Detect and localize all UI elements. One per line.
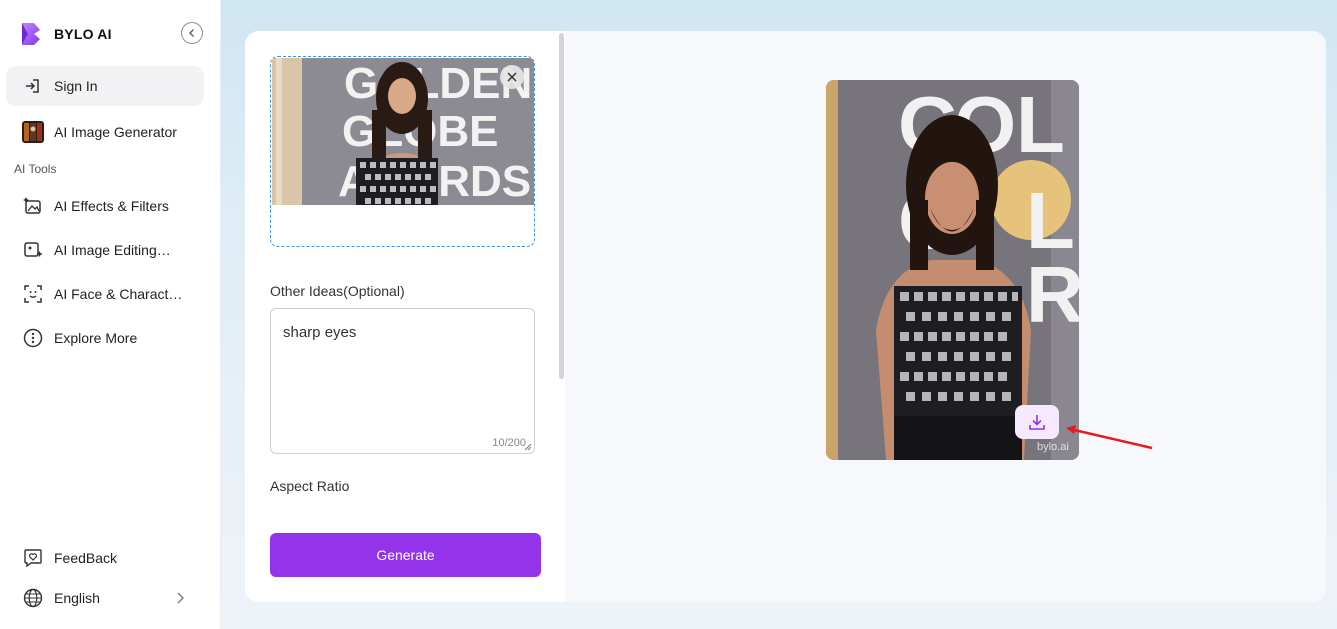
more-icon bbox=[22, 327, 44, 349]
remove-image-button[interactable] bbox=[500, 65, 524, 89]
sidebar: BYLO AI Sign In AI Image Generator AI To… bbox=[0, 0, 221, 629]
face-scan-icon bbox=[22, 283, 44, 305]
chevron-left-icon bbox=[188, 28, 195, 38]
sidebar-item-label: AI Image Generator bbox=[54, 124, 177, 140]
other-ideas-label: Other Ideas(Optional) bbox=[270, 283, 405, 299]
sign-in-icon bbox=[22, 75, 44, 97]
download-button[interactable] bbox=[1015, 405, 1059, 439]
sidebar-item-label: Explore More bbox=[54, 330, 138, 346]
sidebar-item-label: AI Face & Charact… bbox=[54, 286, 183, 302]
bylo-logo-icon bbox=[22, 23, 40, 45]
other-ideas-value: sharp eyes bbox=[283, 324, 357, 341]
close-icon bbox=[507, 72, 517, 82]
image-generator-thumbnail-icon bbox=[22, 121, 44, 143]
sidebar-item-label: AI Image Editing… bbox=[54, 242, 171, 258]
sidebar-item-ai-image-generator[interactable]: AI Image Generator bbox=[6, 112, 204, 152]
resize-grip-icon[interactable] bbox=[524, 443, 532, 451]
char-counter: 10/200 bbox=[492, 437, 526, 449]
brand[interactable]: BYLO AI bbox=[20, 20, 112, 48]
sidebar-item-ai-image-editing[interactable]: AI Image Editing… bbox=[6, 230, 204, 270]
uploaded-image-box[interactable]: GOLDEN GLOBE AWARDS bbox=[270, 56, 535, 247]
language-label: English bbox=[54, 590, 100, 606]
input-panel: GOLDEN GLOBE AWARDS Other Id bbox=[245, 31, 565, 602]
feedback-label: FeedBack bbox=[54, 550, 118, 566]
red-arrow-annotation bbox=[1066, 425, 1153, 450]
chevron-right-icon bbox=[177, 592, 184, 604]
feedback-button[interactable]: FeedBack bbox=[6, 538, 204, 578]
sidebar-item-ai-face-character[interactable]: AI Face & Charact… bbox=[6, 274, 204, 314]
sidebar-item-ai-effects-filters[interactable]: AI Effects & Filters bbox=[6, 186, 204, 226]
image-edit-icon bbox=[22, 239, 44, 261]
generated-result-image: GOL GL R bbox=[826, 80, 1079, 460]
generate-button[interactable]: Generate bbox=[270, 533, 541, 577]
aspect-ratio-label: Aspect Ratio bbox=[270, 478, 350, 494]
download-icon bbox=[1029, 415, 1045, 430]
sparkle-image-icon bbox=[22, 195, 44, 217]
workspace-card: GOLDEN GLOBE AWARDS Other Id bbox=[245, 31, 1326, 602]
sidebar-item-explore-more[interactable]: Explore More bbox=[6, 318, 204, 358]
language-selector[interactable]: English bbox=[6, 578, 204, 618]
brand-name: BYLO AI bbox=[54, 26, 112, 42]
svg-text:L: L bbox=[1016, 80, 1065, 169]
svg-text:R: R bbox=[1026, 250, 1079, 339]
globe-icon bbox=[22, 587, 44, 609]
other-ideas-textarea[interactable]: sharp eyes 10/200 bbox=[270, 308, 535, 454]
ai-tools-section-label: AI Tools bbox=[14, 162, 57, 176]
input-panel-scrollbar[interactable] bbox=[559, 33, 564, 379]
sign-in-button[interactable]: Sign In bbox=[6, 66, 204, 106]
sidebar-item-label: AI Effects & Filters bbox=[54, 198, 169, 214]
collapse-sidebar-button[interactable] bbox=[181, 22, 203, 44]
sign-in-label: Sign In bbox=[54, 78, 98, 94]
feedback-heart-icon bbox=[22, 547, 44, 569]
uploaded-image-thumbnail: GOLDEN GLOBE AWARDS bbox=[272, 58, 534, 205]
